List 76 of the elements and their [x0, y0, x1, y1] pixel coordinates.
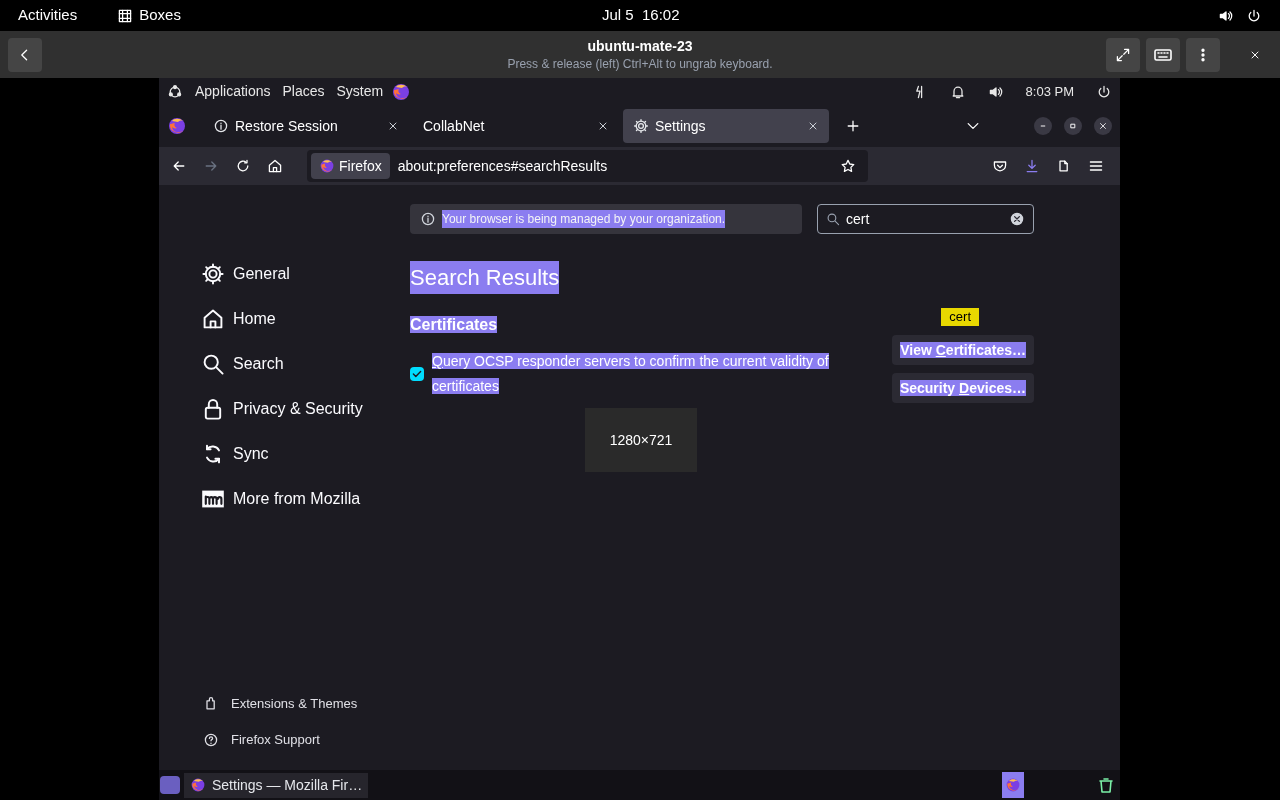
download-icon[interactable]	[1024, 158, 1040, 174]
back-arrow-icon[interactable]	[171, 158, 187, 174]
back-button[interactable]	[8, 37, 42, 72]
close-icon[interactable]	[597, 120, 609, 132]
activities-button[interactable]: Activities	[18, 4, 78, 27]
sidebar-item[interactable]: More from Mozilla	[159, 476, 410, 521]
close-icon[interactable]	[807, 120, 819, 132]
fullscreen-button[interactable]	[1106, 37, 1140, 72]
workspace-icon[interactable]	[160, 776, 180, 794]
pocket-icon[interactable]	[992, 158, 1008, 174]
window-subtitle: Press & release (left) Ctrl+Alt to ungrab keyboard.	[507, 56, 773, 72]
panel-clock[interactable]: 8:03 PM	[1025, 81, 1074, 102]
reload-icon[interactable]	[235, 158, 251, 174]
taskbar-button[interactable]: Settings — Mozilla Fir…	[184, 772, 369, 798]
power-icon[interactable]	[1096, 83, 1112, 100]
power-icon[interactable]	[1246, 7, 1262, 24]
browser-tab[interactable]: Settings	[623, 109, 829, 143]
panel-menu[interactable]: System	[336, 81, 384, 102]
page-heading: Search Results	[410, 261, 560, 294]
firefox-icon	[190, 777, 206, 793]
app-menu[interactable]: Boxes	[117, 4, 181, 27]
bookmark-star-icon[interactable]	[840, 158, 856, 174]
home-icon[interactable]	[267, 158, 283, 174]
close-icon	[1098, 121, 1108, 131]
mate-icon[interactable]	[167, 83, 183, 100]
check-icon	[411, 368, 423, 380]
clear-icon[interactable]	[1009, 211, 1025, 227]
help-icon	[203, 732, 219, 748]
search-tooltip: cert	[941, 308, 979, 326]
info-icon	[213, 118, 229, 134]
section-heading: Certificates	[410, 316, 498, 333]
checkbox[interactable]	[410, 367, 424, 381]
sidebar-item[interactable]: Sync	[159, 431, 410, 476]
expand-icon	[1115, 46, 1131, 63]
url-text: about:preferences#searchResults	[397, 156, 608, 176]
tab-title: Settings	[655, 116, 707, 136]
policy-notice: Your browser is being managed by your organization.	[410, 204, 802, 234]
gear-icon	[633, 118, 649, 134]
browser-tab[interactable]: CollabNet	[413, 109, 619, 143]
identity-box[interactable]: Firefox	[311, 153, 390, 179]
sidebar-item[interactable]: General	[159, 251, 410, 296]
info-icon	[420, 211, 436, 227]
new-tab-icon[interactable]	[845, 118, 861, 134]
firefox-icon	[167, 116, 187, 136]
restore-button[interactable]	[1064, 117, 1082, 135]
tab-title: Restore Session	[235, 116, 339, 136]
forward-arrow-icon[interactable]	[203, 158, 219, 174]
checkbox-label: Query OCSP responder servers to confirm the current validity of certificates	[432, 352, 830, 396]
search-field[interactable]: cert	[817, 204, 1034, 234]
clock[interactable]: Jul 5 16:02	[602, 4, 680, 27]
panel-menu[interactable]: Places	[282, 81, 325, 102]
sidebar-link[interactable]: Firefox Support	[159, 722, 410, 758]
browser-tab[interactable]: Restore Session	[203, 109, 409, 143]
sidebar-item[interactable]: Privacy & Security	[159, 386, 410, 431]
trash-icon[interactable]	[1096, 775, 1116, 795]
firefox-icon	[319, 158, 335, 174]
firefox-icon	[1005, 777, 1021, 793]
url-bar[interactable]: Firefox about:preferences#searchResults	[307, 150, 868, 182]
menu-icon[interactable]	[1088, 158, 1104, 174]
close-icon[interactable]	[387, 120, 399, 132]
search-icon	[826, 212, 840, 226]
menu-button[interactable]	[1186, 37, 1220, 72]
panel-menu[interactable]: Applications	[195, 81, 271, 102]
sidebar-item[interactable]: Search	[159, 341, 410, 386]
resize-label: 1280×721	[585, 408, 697, 472]
minimize-button[interactable]	[1034, 117, 1052, 135]
tab-title: CollabNet	[423, 116, 486, 136]
settings-icon	[201, 261, 225, 286]
workspace-switcher[interactable]	[1002, 772, 1024, 798]
firefox-icon	[391, 81, 412, 102]
boxes-icon	[117, 7, 134, 24]
keyboard-button[interactable]	[1146, 37, 1180, 72]
sidebar-item[interactable]: Home	[159, 296, 410, 341]
close-window-button[interactable]	[1094, 117, 1112, 135]
window-title: ubuntu-mate-23	[587, 37, 693, 56]
sidebar-link[interactable]: Extensions & Themes	[159, 686, 410, 722]
